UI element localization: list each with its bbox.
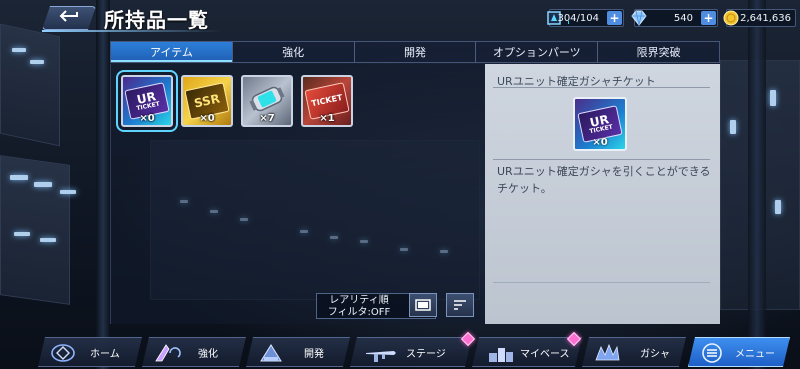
gacha-icon	[592, 341, 622, 365]
base-icon	[486, 341, 516, 365]
title-underline	[42, 30, 222, 32]
item-gacha-ticket[interactable]: TICKET ×1	[301, 75, 353, 127]
menu-icon	[697, 341, 727, 365]
home-icon	[48, 341, 78, 365]
tab-limit-break[interactable]: 限界突破	[598, 42, 719, 62]
nav-upgrade[interactable]: 強化	[142, 337, 246, 367]
item-ur-ticket[interactable]: UR TICKET ×0	[116, 70, 178, 132]
nav-home[interactable]: ホーム	[38, 337, 142, 367]
stage-icon	[364, 341, 394, 365]
sort-icon	[452, 296, 468, 315]
nav-gacha[interactable]: ガシャ	[582, 337, 686, 367]
add-gems-button[interactable]: +	[701, 11, 716, 25]
tab-upgrade[interactable]: 強化	[233, 42, 355, 62]
tab-items[interactable]: アイテム	[111, 42, 233, 62]
gem-icon	[629, 8, 649, 28]
item-ssr-ticket[interactable]: SSR ×0	[181, 75, 233, 127]
divider	[493, 159, 710, 160]
upgrade-icon	[152, 341, 182, 365]
sort-button[interactable]	[446, 293, 474, 317]
item-detail-panel: URユニット確定ガシャチケット UR TICKET ×0 URユニット確定ガシャ…	[485, 64, 720, 324]
page-title: 所持品一覧	[104, 8, 209, 32]
filter-status-label: フィルタ:OFF	[327, 307, 391, 318]
coin-counter: 2,641,636	[723, 9, 796, 27]
view-toggle-button[interactable]	[409, 293, 437, 317]
back-button[interactable]	[42, 6, 96, 30]
nav-menu-button[interactable]: メニュー	[688, 337, 790, 367]
add-stamina-button[interactable]: +	[607, 11, 622, 25]
divider	[493, 282, 710, 283]
sort-order-label: レアリティ順	[329, 295, 389, 306]
detail-item-icon: UR TICKET ×0	[573, 97, 627, 151]
coin-icon	[721, 8, 741, 28]
stamina-bar	[568, 21, 569, 24]
category-tabs: アイテム 強化 開発 オプションパーツ 限界突破	[110, 41, 720, 63]
nav-my-base[interactable]: マイベース	[472, 337, 582, 367]
develop-icon	[256, 341, 286, 365]
stamina-counter: 304/104 +	[547, 9, 624, 27]
nav-develop[interactable]: 開発	[246, 337, 350, 367]
item-energy-canister[interactable]: ×7	[241, 75, 293, 127]
nav-stage[interactable]: ステージ	[350, 337, 472, 367]
list-view-icon	[415, 296, 431, 315]
tab-option-parts[interactable]: オプションパーツ	[476, 42, 599, 62]
detail-description: URユニット確定ガシャを引くことができるチケット。	[497, 165, 711, 195]
gem-counter: 540 +	[631, 9, 718, 27]
back-arrow-icon	[58, 9, 80, 27]
divider	[493, 87, 710, 88]
bottom-navigation: ホーム 強化 開発 ステージ マイベース ガシャ メニュー	[38, 331, 790, 367]
tab-develop[interactable]: 開発	[355, 42, 477, 62]
